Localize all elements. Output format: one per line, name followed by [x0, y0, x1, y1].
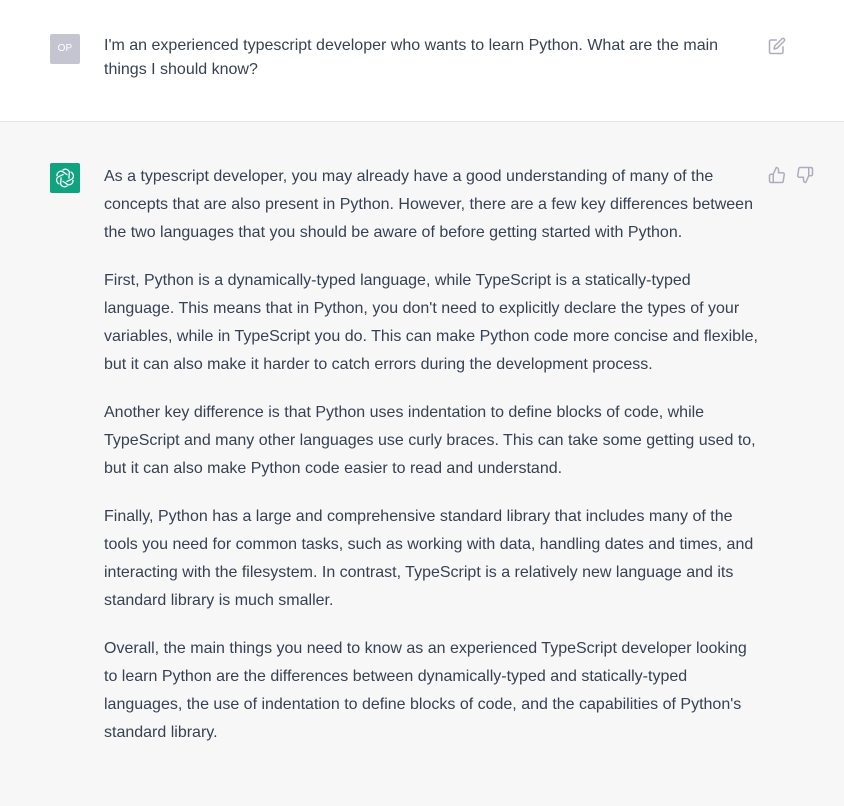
thumbs-up-icon — [768, 166, 786, 184]
thumbs-down-icon — [796, 166, 814, 184]
assistant-paragraph: First, Python is a dynamically-typed lan… — [104, 272, 758, 373]
feedback-buttons — [768, 166, 814, 184]
assistant-avatar — [50, 163, 80, 193]
user-message-row: OP I'm an experienced typescript develop… — [0, 0, 844, 122]
edit-button[interactable] — [768, 37, 786, 55]
assistant-paragraph: As a typescript developer, you may alrea… — [104, 168, 753, 241]
assistant-paragraph: Finally, Python has a large and comprehe… — [104, 508, 754, 609]
openai-logo-icon — [54, 167, 76, 189]
edit-icon — [768, 37, 786, 55]
user-message-text: I'm an experienced typescript developer … — [104, 37, 719, 78]
assistant-message-text: As a typescript developer, you may alrea… — [104, 163, 759, 767]
assistant-paragraph: Another key difference is that Python us… — [104, 404, 756, 477]
assistant-message-row: As a typescript developer, you may alrea… — [0, 122, 844, 806]
thumbs-down-button[interactable] — [796, 166, 814, 184]
thumbs-up-button[interactable] — [768, 166, 786, 184]
assistant-paragraph: Overall, the main things you need to kno… — [104, 640, 747, 741]
user-avatar: OP — [50, 34, 80, 64]
